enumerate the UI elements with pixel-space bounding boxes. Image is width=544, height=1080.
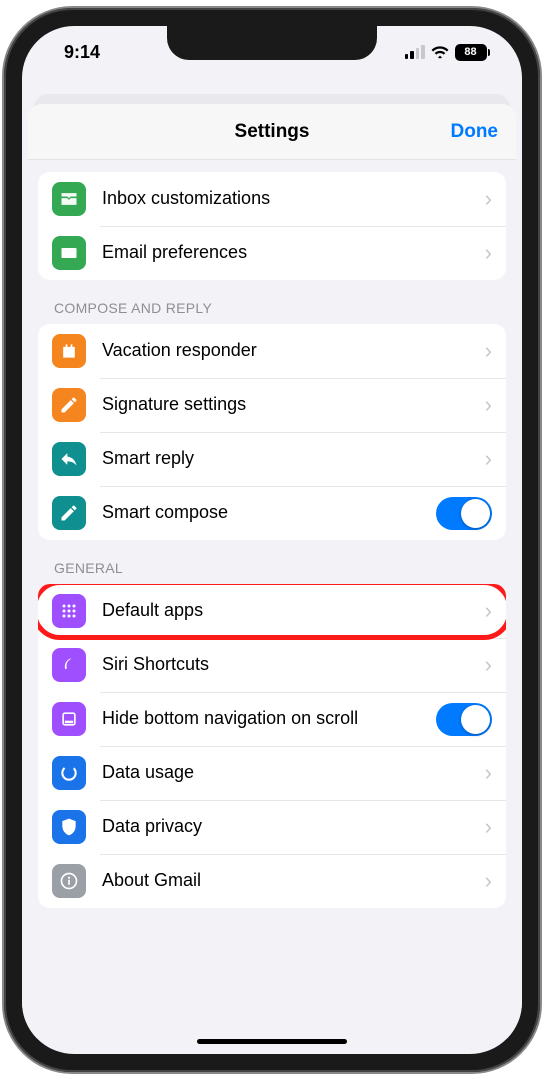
data-usage-icon bbox=[52, 756, 86, 790]
hide-bottom-nav-icon bbox=[52, 702, 86, 736]
nav-header: Settings Done bbox=[28, 104, 516, 160]
hide-bottom-nav-toggle[interactable] bbox=[436, 703, 492, 736]
battery-level: 88 bbox=[455, 44, 487, 61]
signature-settings-icon bbox=[52, 388, 86, 422]
cellular-signal-icon bbox=[405, 45, 425, 59]
chevron-right-icon: › bbox=[485, 186, 492, 212]
row-label: Signature settings bbox=[102, 394, 477, 416]
group-general: Default apps › Siri Shortcuts › Hide bot… bbox=[38, 584, 506, 908]
battery-icon: 88 bbox=[455, 44, 491, 61]
row-label: Data privacy bbox=[102, 816, 477, 838]
chevron-right-icon: › bbox=[485, 868, 492, 894]
chevron-right-icon: › bbox=[485, 240, 492, 266]
done-button[interactable]: Done bbox=[451, 121, 499, 143]
email-preferences-icon bbox=[52, 236, 86, 270]
chevron-right-icon: › bbox=[485, 814, 492, 840]
row-signature-settings[interactable]: Signature settings › bbox=[38, 378, 506, 432]
row-data-usage[interactable]: Data usage › bbox=[38, 746, 506, 800]
row-smart-reply[interactable]: Smart reply › bbox=[38, 432, 506, 486]
phone-screen: 9:14 88 Settings Done bbox=[22, 26, 522, 1054]
row-about-gmail[interactable]: About Gmail › bbox=[38, 854, 506, 908]
row-label: Smart reply bbox=[102, 448, 477, 470]
status-icons: 88 bbox=[405, 44, 491, 61]
section-header-general: GENERAL bbox=[38, 540, 506, 584]
chevron-right-icon: › bbox=[485, 338, 492, 364]
row-label: Smart compose bbox=[102, 502, 436, 524]
row-label: About Gmail bbox=[102, 870, 477, 892]
row-inbox-customizations[interactable]: Inbox customizations › bbox=[38, 172, 506, 226]
siri-shortcuts-icon bbox=[52, 648, 86, 682]
row-label: Data usage bbox=[102, 762, 477, 784]
status-time: 9:14 bbox=[64, 42, 100, 63]
data-privacy-icon bbox=[52, 810, 86, 844]
row-label: Vacation responder bbox=[102, 340, 477, 362]
chevron-right-icon: › bbox=[485, 760, 492, 786]
page-title: Settings bbox=[235, 121, 310, 143]
smart-compose-toggle[interactable] bbox=[436, 497, 492, 530]
row-email-preferences[interactable]: Email preferences › bbox=[38, 226, 506, 280]
row-label: Siri Shortcuts bbox=[102, 654, 477, 676]
row-smart-compose[interactable]: Smart compose bbox=[38, 486, 506, 540]
wifi-icon bbox=[431, 45, 449, 59]
section-header-compose: COMPOSE AND REPLY bbox=[38, 280, 506, 324]
row-label: Inbox customizations bbox=[102, 188, 477, 210]
row-label: Hide bottom navigation on scroll bbox=[102, 708, 436, 730]
row-data-privacy[interactable]: Data privacy › bbox=[38, 800, 506, 854]
row-label: Default apps bbox=[102, 600, 477, 622]
row-hide-bottom-nav[interactable]: Hide bottom navigation on scroll bbox=[38, 692, 506, 746]
smart-compose-icon bbox=[52, 496, 86, 530]
row-label: Email preferences bbox=[102, 242, 477, 264]
phone-frame: 9:14 88 Settings Done bbox=[4, 8, 540, 1072]
sheet-background-edge bbox=[22, 78, 522, 104]
smart-reply-icon bbox=[52, 442, 86, 476]
chevron-right-icon: › bbox=[485, 652, 492, 678]
home-indicator[interactable] bbox=[197, 1039, 347, 1044]
chevron-right-icon: › bbox=[485, 446, 492, 472]
group-compose: Vacation responder › Signature settings … bbox=[38, 324, 506, 540]
group-view: Inbox customizations › Email preferences… bbox=[38, 172, 506, 280]
chevron-right-icon: › bbox=[485, 392, 492, 418]
vacation-responder-icon bbox=[52, 334, 86, 368]
default-apps-icon bbox=[52, 594, 86, 628]
chevron-right-icon: › bbox=[485, 598, 492, 624]
notch bbox=[167, 26, 377, 60]
row-default-apps[interactable]: Default apps › bbox=[38, 584, 506, 638]
about-gmail-icon bbox=[52, 864, 86, 898]
row-vacation-responder[interactable]: Vacation responder › bbox=[38, 324, 506, 378]
settings-scroll[interactable]: Inbox customizations › Email preferences… bbox=[22, 160, 522, 1038]
inbox-customizations-icon bbox=[52, 182, 86, 216]
row-siri-shortcuts[interactable]: Siri Shortcuts › bbox=[38, 638, 506, 692]
